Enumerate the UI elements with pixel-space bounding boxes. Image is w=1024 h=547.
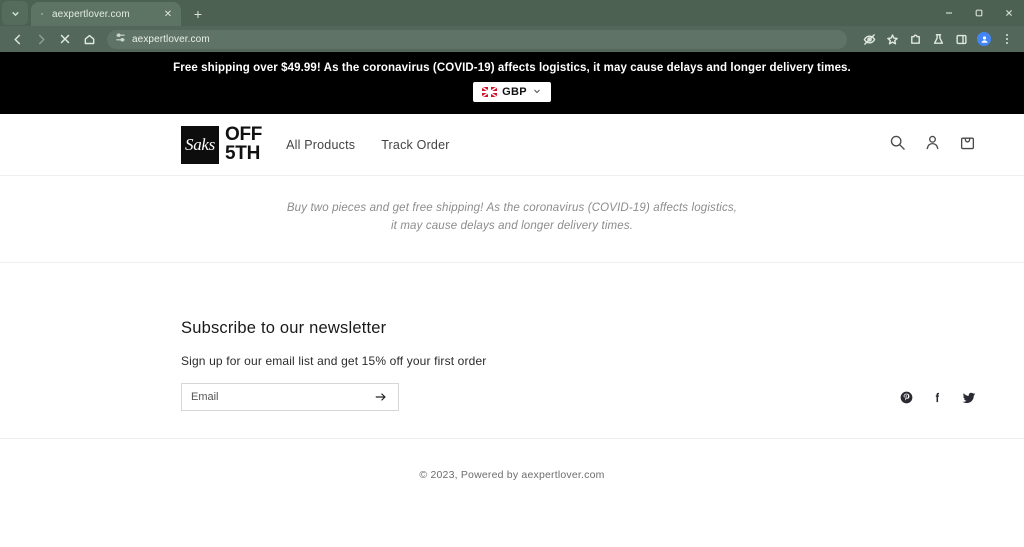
arrow-right-icon [375,393,386,401]
stop-loading-button[interactable] [54,28,76,50]
twitter-icon[interactable] [962,391,976,410]
announcement-text: Free shipping over $49.99! As the corona… [173,62,851,74]
account-icon[interactable] [924,134,941,156]
address-bar-url: aexpertlover.com [132,33,210,45]
pinterest-icon[interactable] [900,391,913,409]
window-controls [934,0,1024,26]
newsletter-form [181,382,399,411]
chevron-down-icon [532,83,542,101]
newsletter-section: Subscribe to our newsletter Sign up for … [0,263,1024,411]
side-panel-icon [955,34,967,44]
eye-slash-icon [863,33,875,45]
browser-menu-button[interactable] [996,28,1018,50]
home-button[interactable] [78,28,100,50]
three-dots-menu-icon [1006,34,1008,44]
back-button[interactable] [6,28,28,50]
chevron-down-icon [11,11,19,16]
browser-tab[interactable]: ▫ aexpertlover.com ✕ [31,2,181,26]
home-icon [84,34,94,44]
newsletter-title: Subscribe to our newsletter [181,318,387,337]
close-icon[interactable]: ✕ [161,7,175,21]
site-header: Saks OFF 5TH All Products Track Order [0,114,1024,176]
site-logo[interactable]: Saks OFF 5TH [181,124,263,164]
minimize-icon[interactable] [934,0,964,26]
stop-x-icon [60,34,70,44]
footer-copyright: © 2023, Powered by aexpertlover.com [419,468,605,481]
logo-mark-text: Saks [185,134,215,154]
forward-button[interactable] [30,28,52,50]
tune-icon[interactable] [115,30,126,48]
email-input[interactable] [191,390,373,403]
star-icon [886,33,898,44]
extensions-button[interactable] [904,28,926,50]
flask-icon [933,33,943,44]
social-links [900,391,976,410]
maximize-icon[interactable] [964,0,994,26]
close-icon[interactable] [994,0,1024,26]
newsletter-content: Subscribe to our newsletter Sign up for … [181,319,900,411]
new-tab-button[interactable]: + [187,3,209,25]
announcement-band-line-1: Buy two pieces and get free shipping! As… [286,202,738,214]
logo-wordmark: OFF 5TH [225,124,263,164]
site-footer: © 2023, Powered by aexpertlover.com [0,439,1024,509]
logo-line-2: 5TH [225,142,260,164]
newsletter-subtitle: Sign up for our email list and get 15% o… [181,353,487,368]
arrow-left-icon [13,34,20,44]
browser-window: ▫ aexpertlover.com ✕ + aexpertlover.com … [0,0,1024,547]
facebook-icon[interactable] [931,391,944,409]
page-content: Free shipping over $49.99! As the corona… [0,52,1024,547]
tracking-protection-button[interactable] [858,28,880,50]
tab-search-button[interactable] [2,1,28,25]
extensions-puzzle-icon [910,34,920,44]
logo-line-1: OFF [225,124,263,146]
nav-link-track-order[interactable]: Track Order [381,138,449,152]
saks-logo-mark: Saks [181,125,219,164]
secondary-announcement-band: Buy two pieces and get free shipping! As… [0,176,1024,263]
tab-strip: ▫ aexpertlover.com ✕ + [0,0,1024,26]
currency-label: GBP [502,86,527,98]
profile-button[interactable] [973,28,995,50]
nav-link-all-products[interactable]: All Products [286,138,355,152]
cart-bag-icon[interactable] [959,134,976,156]
tab-title: aexpertlover.com [52,8,130,20]
main-navigation: All Products Track Order [286,138,450,152]
page-favicon: ▫ [40,10,44,18]
toolbar-actions [858,28,1018,50]
top-announcement-bar: Free shipping over $49.99! As the corona… [0,52,1024,114]
browser-toolbar: aexpertlover.com [0,26,1024,52]
address-bar[interactable]: aexpertlover.com [107,29,847,49]
uk-flag-icon [482,87,498,97]
experiments-button[interactable] [927,28,949,50]
profile-avatar-icon [977,32,991,46]
newsletter-submit-button[interactable] [373,389,389,405]
header-icon-group [889,134,976,156]
arrow-right-icon [38,34,45,44]
search-icon[interactable] [889,134,906,156]
announcement-band-line-2: it may cause delays and longer delivery … [390,219,634,232]
side-panel-button[interactable] [950,28,972,50]
bookmark-button[interactable] [881,28,903,50]
currency-selector[interactable]: GBP [473,82,551,102]
